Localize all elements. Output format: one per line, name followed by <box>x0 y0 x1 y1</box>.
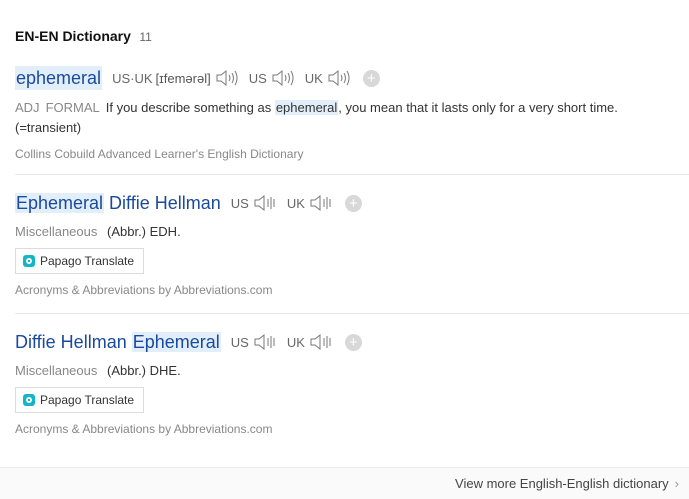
entry-headline: Ephemeral Diffie Hellman US UK + <box>15 191 689 215</box>
papago-icon <box>23 255 35 267</box>
pronunciation-us: US <box>231 194 277 212</box>
pronunciation-us: US <box>231 333 277 351</box>
add-to-wordbook-button[interactable]: + <box>344 333 362 351</box>
abbreviation-text: (Abbr.) DHE. <box>107 363 181 378</box>
headword-rest: Diffie Hellman <box>15 332 132 352</box>
headword-link[interactable]: ephemeral <box>15 66 103 90</box>
speaker-icon[interactable] <box>309 333 333 351</box>
pronunciation-uk: UK <box>305 69 351 87</box>
register-label: FORMAL <box>45 100 100 115</box>
headword-highlight: Ephemeral <box>15 193 105 213</box>
papago-translate-button[interactable]: Papago Translate <box>15 387 145 413</box>
abbreviation-line: Miscellaneous (Abbr.) EDH. <box>15 224 689 239</box>
pron-label: UK <box>286 334 305 350</box>
speaker-icon[interactable] <box>309 194 333 212</box>
abbreviation-line: Miscellaneous (Abbr.) DHE. <box>15 363 689 378</box>
speaker-icon[interactable] <box>253 333 277 351</box>
entry-headline: Diffie Hellman Ephemeral US UK + <box>15 330 689 354</box>
speaker-icon[interactable] <box>271 69 295 87</box>
entry-headline: ephemeral US·UK [ɪfemərəl] US UK + <box>15 66 689 90</box>
category-label: Miscellaneous <box>15 363 98 378</box>
papago-icon <box>23 394 35 406</box>
part-of-speech: ADJ <box>15 100 40 115</box>
papago-label: Papago Translate <box>40 393 135 407</box>
headword-link[interactable]: Diffie Hellman Ephemeral <box>15 330 221 354</box>
pronunciation-us-uk: US·UK [ɪfemərəl] <box>112 69 239 87</box>
section-header: EN-EN Dictionary 11 <box>15 28 152 46</box>
definition-text: If you describe something as <box>105 100 275 115</box>
pron-label: US·UK <box>112 70 153 86</box>
definition-highlight: ephemeral <box>274 100 339 115</box>
pron-label: UK <box>286 195 305 211</box>
dictionary-source[interactable]: Acronyms & Abbreviations by Abbreviation… <box>15 422 689 436</box>
papago-label: Papago Translate <box>40 254 135 268</box>
view-more-link[interactable]: View more English-English dictionary › <box>455 476 679 491</box>
speaker-icon[interactable] <box>327 69 351 87</box>
entry-ephemeral: ephemeral US·UK [ɪfemərəl] US UK + ADJ FO… <box>15 66 689 161</box>
papago-translate-button[interactable]: Papago Translate <box>15 248 145 274</box>
entry-diffie-hellman-ephemeral: Diffie Hellman Ephemeral US UK + Miscell… <box>15 330 689 436</box>
dictionary-source[interactable]: Collins Cobuild Advanced Learner's Engli… <box>15 147 689 161</box>
category-label: Miscellaneous <box>15 224 98 239</box>
headword-link[interactable]: Ephemeral Diffie Hellman <box>15 191 221 215</box>
add-to-wordbook-button[interactable]: + <box>344 194 362 212</box>
definition: ADJ FORMAL If you describe something as ep… <box>15 98 680 138</box>
pron-label: US <box>248 70 267 86</box>
phonetic-text: [ɪfemərəl] <box>155 70 211 86</box>
view-more-label: View more English-English dictionary <box>455 476 669 491</box>
dictionary-source[interactable]: Acronyms & Abbreviations by Abbreviation… <box>15 283 689 297</box>
speaker-icon[interactable] <box>215 69 239 87</box>
divider <box>15 313 689 314</box>
speaker-icon[interactable] <box>253 194 277 212</box>
chevron-right-icon: › <box>674 476 679 491</box>
pron-label: US <box>230 195 249 211</box>
pronunciation-uk: UK <box>287 333 333 351</box>
divider <box>15 174 689 175</box>
abbreviation-text: (Abbr.) EDH. <box>107 224 181 239</box>
section-title: EN-EN Dictionary <box>15 28 131 44</box>
headword-highlight: Ephemeral <box>131 332 221 352</box>
pron-label: US <box>230 334 249 350</box>
pronunciation-us: US <box>249 69 295 87</box>
headword-rest: Diffie Hellman <box>104 193 221 213</box>
entry-ephemeral-diffie-hellman: Ephemeral Diffie Hellman US UK + Miscell… <box>15 191 689 297</box>
pronunciation-uk: UK <box>287 194 333 212</box>
result-count: 11 <box>139 30 152 44</box>
footer-bar: View more English-English dictionary › <box>0 467 689 499</box>
add-to-wordbook-button[interactable]: + <box>362 69 380 87</box>
pron-label: UK <box>304 70 323 86</box>
